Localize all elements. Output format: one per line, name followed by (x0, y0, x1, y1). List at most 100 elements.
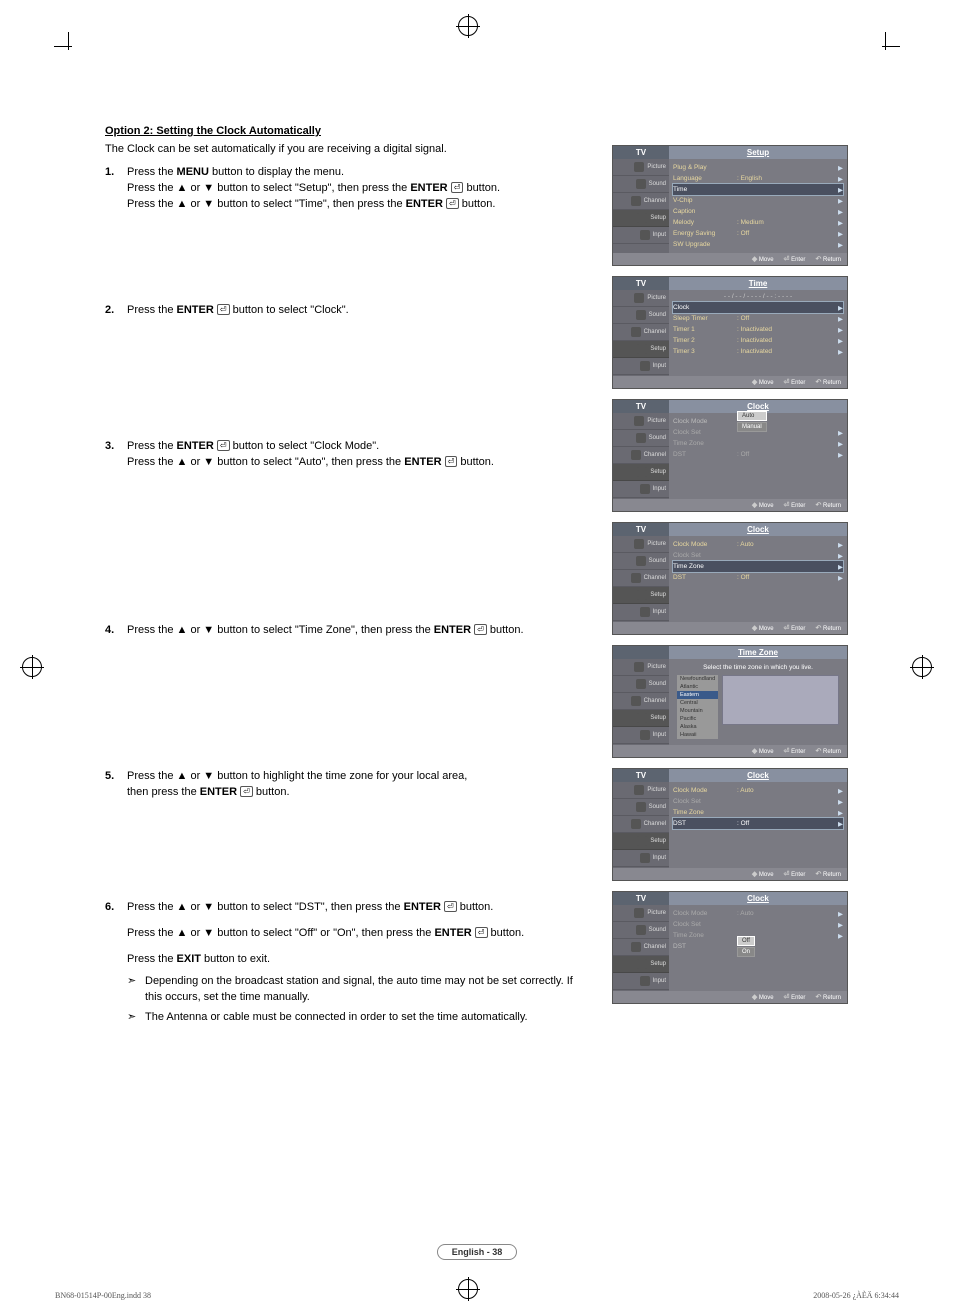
step-number: 5. (105, 769, 114, 785)
timezone-map (722, 675, 839, 725)
osd-row-arrow-icon: ▶ (835, 429, 843, 437)
osd-sidebar-tab: Sound (613, 799, 669, 816)
tab-label: Setup (650, 469, 666, 475)
osd-row-value: : Inactivated (737, 337, 835, 344)
tab-icon (636, 310, 646, 320)
tab-icon (640, 230, 650, 240)
osd-row-key: Clock Mode (673, 787, 737, 794)
registration-mark-icon (458, 16, 478, 36)
osd-row-value: : Inactivated (737, 348, 835, 355)
osd-sidebar-tab: Sound (613, 307, 669, 324)
osd-tv-label: TV (613, 400, 669, 413)
osd-footer-return: ↶ Return (815, 747, 841, 755)
tab-icon (637, 344, 647, 354)
osd-footer-enter: ⏎ Enter (784, 501, 806, 509)
tab-label: Channel (644, 944, 666, 950)
tab-label: Setup (650, 215, 666, 221)
tab-label: Sound (649, 558, 666, 564)
tab-label: Sound (649, 312, 666, 318)
osd-sidebar-tab: Sound (613, 430, 669, 447)
tab-label: Input (653, 978, 666, 984)
osd-subhead: Select the time zone in which you live. (673, 662, 843, 673)
osd-main: Clock Mode: Auto▶Clock Set▶Time Zone▶DST… (669, 905, 847, 991)
tab-label: Input (653, 855, 666, 861)
osd-row: Clock Mode: Auto▶ (673, 539, 843, 550)
tab-label: Sound (649, 181, 666, 187)
osd-sidebar-tab: Sound (613, 676, 669, 693)
osd-row-key: Clock Set (673, 921, 737, 928)
osd-sidebar-tab: Setup (613, 587, 669, 604)
osd-tv-label: TV (613, 146, 669, 159)
osd-sidebar-tab: Picture (613, 905, 669, 922)
osd-row-arrow-icon: ▶ (835, 574, 843, 582)
osd-title: Clock (669, 769, 847, 782)
osd-row-key: DST (673, 451, 737, 458)
osd-sidebar-tab: Sound (613, 553, 669, 570)
keyword-bold: EXIT (177, 953, 201, 965)
osd-option-boxes: AutoManual (737, 411, 767, 432)
step-line: Press the ▲ or ▼ button to select "Time … (127, 623, 585, 639)
osd-row-key: Language (673, 175, 737, 182)
print-filename: BN68-01514P-00Eng.indd 38 (55, 1291, 151, 1300)
osd-header: TVClock (613, 400, 847, 413)
osd-footer: ◆ Move⏎ Enter↶ Return (613, 253, 847, 265)
keyword-bold: ENTER (200, 786, 237, 798)
osd-sidebar-tab: Input (613, 850, 669, 867)
enter-icon: ⏎ (445, 456, 458, 467)
tab-label: Setup (650, 346, 666, 352)
tab-label: Channel (644, 329, 666, 335)
osd-header: TVClock (613, 769, 847, 782)
osd-row-key: Sleep Timer (673, 315, 737, 322)
osd-body: PictureSoundChannelSetupInputClock ModeA… (613, 413, 847, 499)
osd-sidebar: PictureSoundChannelSetupInput (613, 536, 669, 622)
tab-icon (631, 327, 641, 337)
osd-footer: ◆ Move⏎ Enter↶ Return (613, 745, 847, 757)
osd-footer-enter: ⏎ Enter (784, 378, 806, 386)
osd-row-arrow-icon: ▶ (835, 326, 843, 334)
tab-icon (637, 590, 647, 600)
tab-icon (631, 696, 641, 706)
tab-icon (634, 293, 644, 303)
osd-footer: ◆ Move⏎ Enter↶ Return (613, 991, 847, 1003)
enter-icon: ⏎ (217, 304, 230, 315)
osd-sidebar-tab: Channel (613, 447, 669, 464)
osd-row: Timer 2: Inactivated▶ (673, 335, 843, 346)
osd-header: Time Zone (613, 646, 847, 659)
osd-footer-return: ↶ Return (815, 378, 841, 386)
timezone-item: Atlantic (677, 683, 718, 691)
osd-title: Clock (669, 523, 847, 536)
tab-icon (634, 662, 644, 672)
osd-row-key: V-Chip (673, 197, 737, 204)
osd-main: - - / - - / - - - - / - - : - - - -Clock… (669, 290, 847, 376)
osd-sidebar-tab: Channel (613, 570, 669, 587)
tab-label: Setup (650, 838, 666, 844)
osd-footer-move: ◆ Move (752, 870, 774, 878)
tab-label: Sound (649, 804, 666, 810)
osd-screenshot: TVClockPictureSoundChannelSetupInputCloc… (612, 891, 848, 1004)
osd-row-value: : Auto (737, 541, 835, 548)
step-line: Press the ▲ or ▼ button to highlight the… (127, 769, 585, 785)
osd-row-value: : Off (737, 451, 835, 458)
tab-icon (631, 942, 641, 952)
osd-row-arrow-icon: ▶ (835, 932, 843, 940)
osd-sidebar-tab: Channel (613, 816, 669, 833)
osd-title: Time (669, 277, 847, 290)
crop-mark (882, 46, 900, 47)
tab-label: Picture (647, 664, 666, 670)
osd-footer-enter: ⏎ Enter (784, 255, 806, 263)
osd-row-arrow-icon: ▶ (835, 552, 843, 560)
osd-body: PictureSoundChannelSetupInputClock Mode:… (613, 782, 847, 868)
osd-row: Time Zone▶ (673, 561, 843, 572)
tab-icon (637, 713, 647, 723)
step-number: 2. (105, 303, 114, 319)
osd-sidebar-tab: Input (613, 604, 669, 621)
osd-row-arrow-icon: ▶ (835, 164, 843, 172)
tab-label: Picture (647, 787, 666, 793)
keyword-bold: MENU (177, 166, 209, 178)
osd-footer-return: ↶ Return (815, 501, 841, 509)
osd-date-bar: - - / - - / - - - - / - - : - - - - (673, 293, 843, 300)
osd-row: DST: Off▶ (673, 449, 843, 460)
osd-footer: ◆ Move⏎ Enter↶ Return (613, 622, 847, 634)
step-line: Press the ENTER ⏎ button to select "Cloc… (127, 303, 585, 319)
osd-sidebar-tab: Setup (613, 210, 669, 227)
